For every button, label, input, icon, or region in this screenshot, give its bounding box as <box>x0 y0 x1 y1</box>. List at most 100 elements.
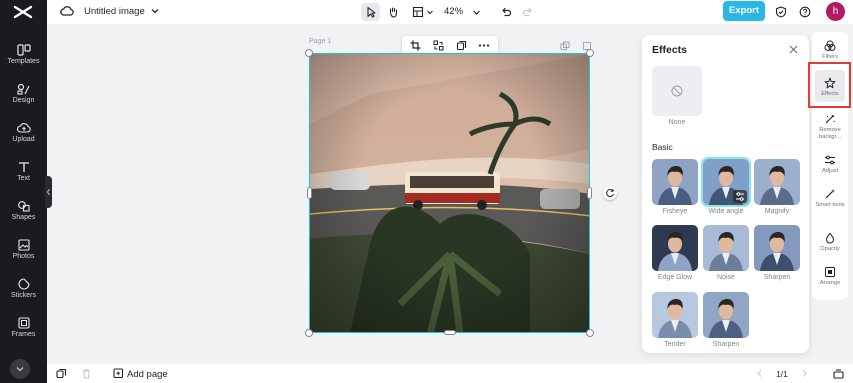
sidebar-item-photos[interactable]: Photos <box>0 239 47 275</box>
sidebar-item-frames[interactable]: Frames <box>0 317 47 353</box>
stickers-icon <box>17 278 30 290</box>
resize-handle-top-right[interactable] <box>586 49 594 57</box>
effect-label: Sharpen <box>763 274 791 281</box>
top-bar: Untitled image 42% Export h <box>47 0 853 24</box>
add-page-icon[interactable] <box>113 368 124 379</box>
crop-icon[interactable] <box>410 40 421 51</box>
sidebar-item-label: Stickers <box>11 292 36 299</box>
capcut-logo-icon[interactable] <box>12 4 34 20</box>
sidebar-item-label: Design <box>12 97 35 104</box>
effect-tile[interactable] <box>701 157 751 207</box>
resize-dropdown-button[interactable] <box>410 3 436 21</box>
document-title[interactable]: Untitled image <box>84 6 145 17</box>
chevron-down-icon <box>16 367 24 372</box>
duplicate-page-icon[interactable] <box>560 41 570 51</box>
upload-icon <box>16 123 31 133</box>
redo-icon <box>522 7 532 17</box>
sidebar-more-button[interactable] <box>10 359 30 379</box>
bottom-bar: Add page 1/1 <box>47 364 853 383</box>
effect-preview-image <box>703 225 749 271</box>
text-icon <box>18 162 29 172</box>
copy-icon[interactable] <box>456 40 467 51</box>
resize-handle-left[interactable] <box>307 187 312 199</box>
sidebar-item-shapes[interactable]: Shapes <box>0 200 47 236</box>
hand-tool-button[interactable] <box>384 3 402 21</box>
resize-icon <box>412 6 424 18</box>
zoom-level[interactable]: 42% <box>444 6 463 17</box>
effect-tile[interactable] <box>703 292 749 338</box>
effect-label: Edge Glow <box>657 274 693 281</box>
close-icon[interactable] <box>788 44 799 55</box>
rail-item-label: Adjust <box>821 168 839 174</box>
photos-icon <box>17 239 30 251</box>
remove-background-icon <box>825 114 835 124</box>
page-label: Page 1 <box>309 38 332 45</box>
chevron-down-icon[interactable] <box>150 6 160 16</box>
select-tool-button[interactable] <box>361 3 380 21</box>
effect-tile[interactable] <box>652 292 698 338</box>
effect-tile[interactable] <box>754 159 800 205</box>
resize-handle-bottom[interactable] <box>444 330 456 335</box>
sliders-icon <box>736 192 744 201</box>
canvas-photo[interactable] <box>309 53 590 333</box>
rail-item-label: Smart tools <box>815 202 845 208</box>
rail-item-opacity[interactable]: Opacity <box>812 232 848 253</box>
arrange-icon <box>825 267 835 277</box>
rail-item-smart-tools[interactable]: Smart tools <box>812 188 848 209</box>
sidebar-collapse-handle[interactable] <box>45 176 52 208</box>
rail-item-adjust[interactable]: Adjust <box>812 154 848 175</box>
help-icon <box>799 6 811 18</box>
street-photo-image <box>310 54 589 332</box>
rail-item-remove-background[interactable]: Remove backgr... <box>812 113 848 140</box>
cloud-sync-icon[interactable] <box>60 4 74 18</box>
effect-none-tile[interactable] <box>652 66 702 116</box>
rail-item-label: Arrange <box>819 280 841 286</box>
effect-tile[interactable] <box>703 225 749 271</box>
sidebar-item-label: Shapes <box>11 214 36 221</box>
chevron-right-icon[interactable] <box>800 369 809 378</box>
sidebar-item-label: Text <box>17 175 30 182</box>
redo-button[interactable] <box>520 3 536 21</box>
hand-icon <box>389 7 398 18</box>
more-icon[interactable] <box>478 40 490 51</box>
effect-preview-image <box>652 225 698 271</box>
chevron-left-icon[interactable] <box>755 369 764 378</box>
export-button[interactable]: Export <box>723 1 765 21</box>
rail-item-arrange[interactable]: Arrange <box>812 266 848 287</box>
page-view-icon[interactable] <box>833 368 844 379</box>
resize-handle-top-left[interactable] <box>305 49 313 57</box>
sidebar-item-upload[interactable]: Upload <box>0 122 47 158</box>
effect-label: Fisheye <box>662 208 688 215</box>
sidebar-item-label: Upload <box>12 136 35 143</box>
add-page-button[interactable]: Add page <box>127 369 168 380</box>
resize-handle-bottom-right[interactable] <box>586 329 594 337</box>
sidebar-item-text[interactable]: Text <box>0 161 47 197</box>
effect-tile[interactable] <box>652 159 698 205</box>
effect-settings-button[interactable] <box>733 190 747 203</box>
page-indicator: 1/1 <box>776 369 788 379</box>
pages-icon[interactable] <box>56 368 67 379</box>
trash-icon[interactable] <box>81 368 92 379</box>
replace-icon[interactable] <box>433 40 444 51</box>
chevron-down-icon <box>472 10 480 15</box>
user-avatar[interactable]: h <box>826 2 845 21</box>
chevron-down-icon <box>427 10 433 15</box>
opacity-icon <box>825 232 835 244</box>
none-icon <box>671 85 683 97</box>
rail-item-filters[interactable]: Filters <box>812 40 848 61</box>
design-icon <box>16 83 30 95</box>
sidebar-item-design[interactable]: Design <box>0 83 47 119</box>
left-sidebar: Templates Design Upload Text Shapes Phot… <box>0 0 47 383</box>
help-button[interactable] <box>797 3 813 21</box>
undo-button[interactable] <box>498 3 514 21</box>
sidebar-item-templates[interactable]: Templates <box>0 44 47 80</box>
resize-handle-bottom-left[interactable] <box>305 329 313 337</box>
rail-item-label: Remove backgr... <box>819 127 841 140</box>
resize-handle-right[interactable] <box>587 187 592 199</box>
sidebar-item-stickers[interactable]: Stickers <box>0 278 47 314</box>
rotate-button[interactable] <box>603 186 617 200</box>
effect-tile[interactable] <box>652 225 698 271</box>
zoom-dropdown-button[interactable] <box>470 3 482 21</box>
brand-kit-button[interactable] <box>773 3 789 21</box>
effect-tile[interactable] <box>754 225 800 271</box>
